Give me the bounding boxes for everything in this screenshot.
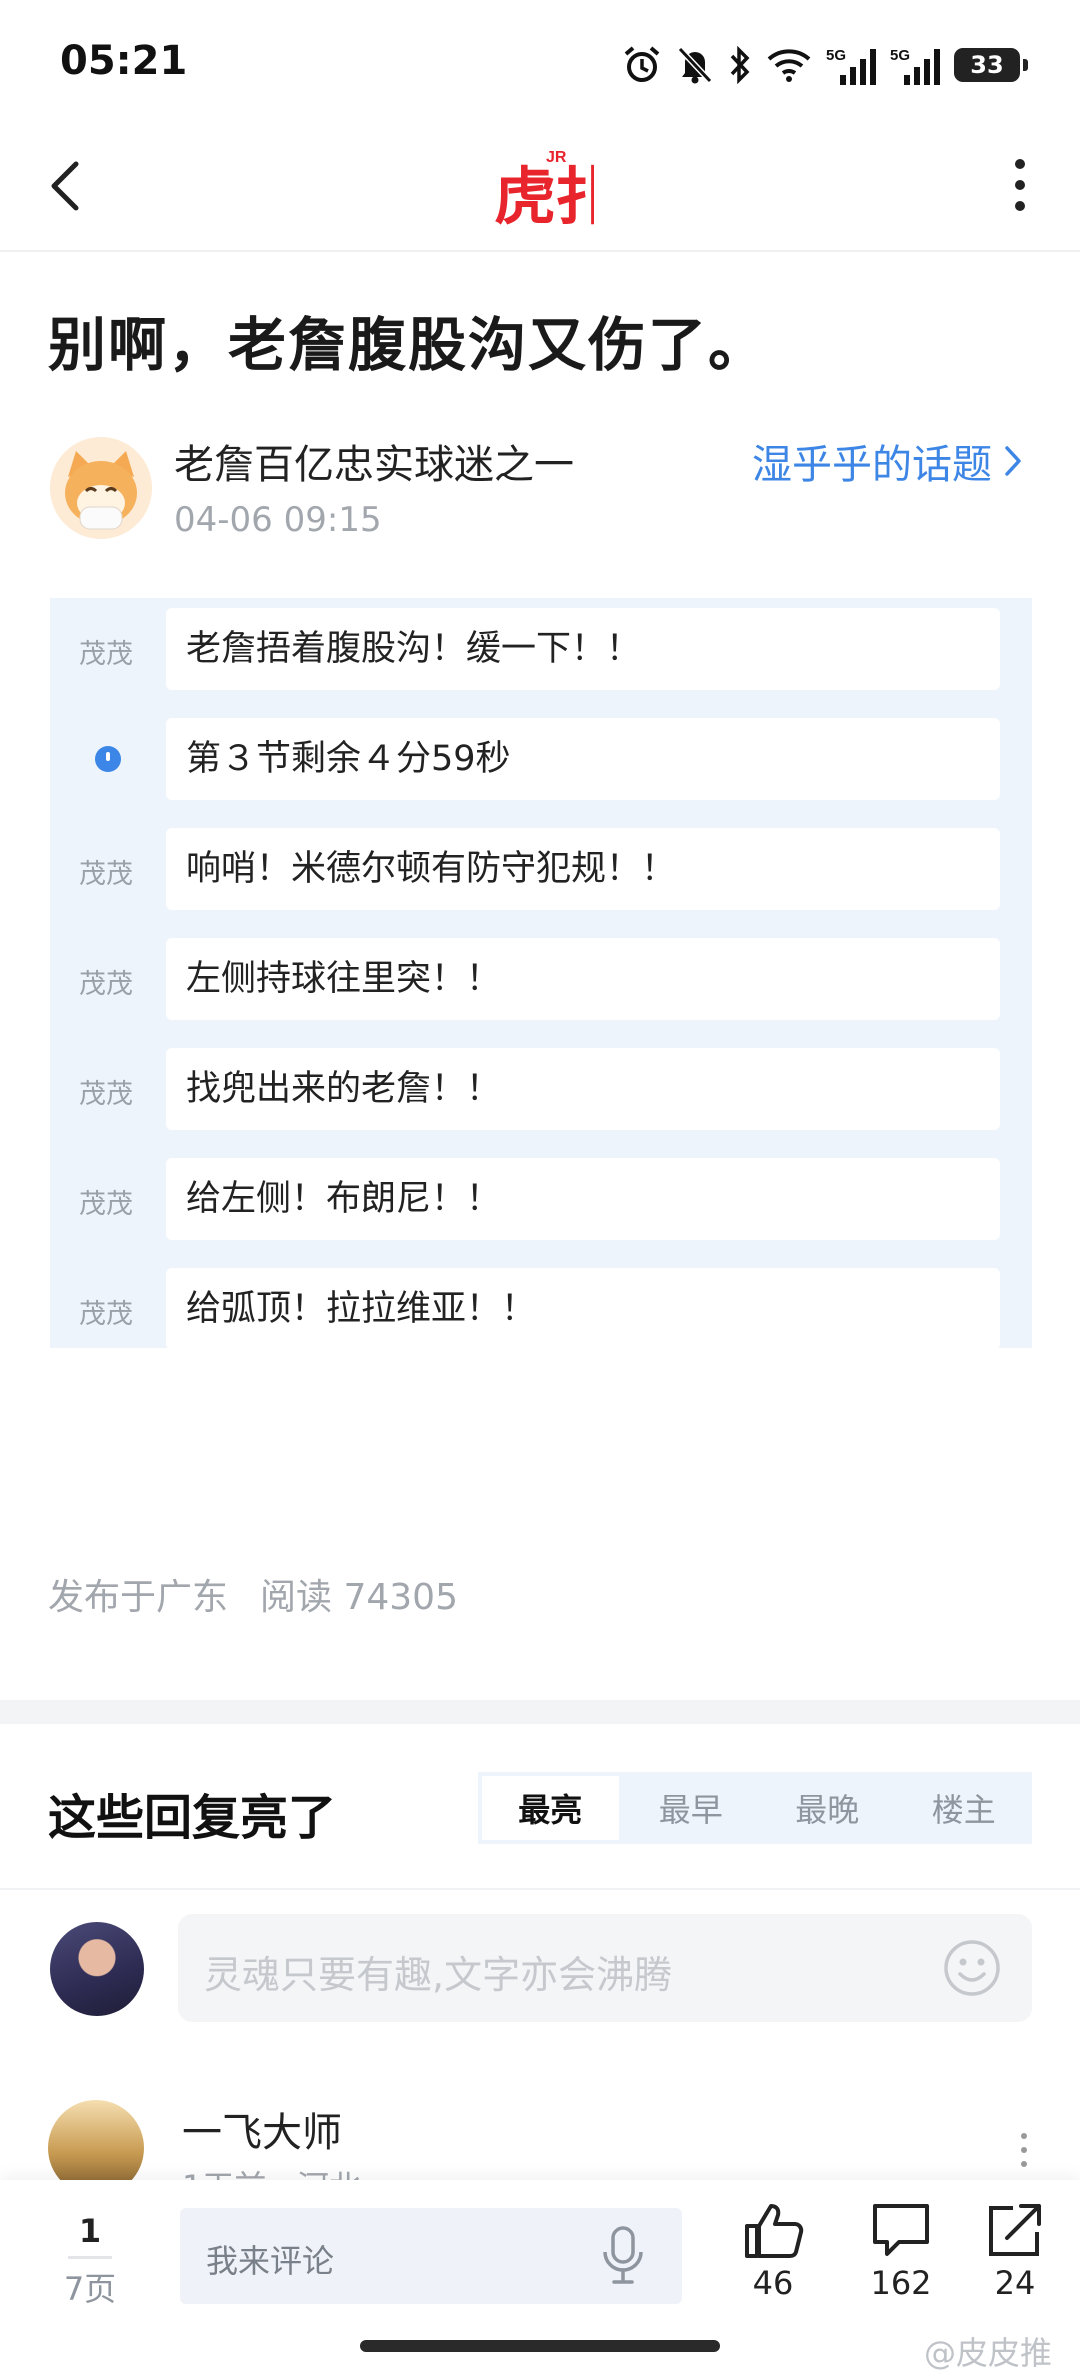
clock-icon — [95, 746, 121, 772]
current-user-avatar[interactable] — [50, 1922, 144, 2016]
feed-speaker: 茂茂 — [79, 1189, 133, 1220]
feed-message: 左侧持球往里突！！ — [166, 938, 1000, 1020]
thumbs-up-icon — [745, 2204, 804, 2258]
feed-row: 茂茂 响哨！米德尔顿有防守犯规！！ — [50, 828, 1032, 910]
feed-message: 响哨！米德尔顿有防守犯规！！ — [166, 828, 1000, 910]
like-count: 46 — [752, 2264, 794, 2302]
author-name[interactable]: 老詹百亿忠实球迷之一 — [174, 432, 574, 490]
feed-speaker: 茂茂 — [79, 969, 133, 1000]
section-divider — [0, 1700, 1080, 1724]
feed-message: 第３节剩余４分59秒 — [166, 718, 1000, 800]
emoji-icon[interactable] — [942, 1938, 1002, 1998]
author-avatar[interactable] — [50, 437, 152, 539]
battery-indicator: 33 — [954, 48, 1028, 82]
total-pages[interactable]: 7页 — [50, 2264, 130, 2310]
mute-bell-icon — [677, 46, 713, 84]
share-count: 24 — [994, 2264, 1036, 2302]
live-text-feed: 茂茂 老詹捂着腹股沟！缓一下！！ 第３节剩余４分59秒 茂茂 响哨！米德尔顿有防… — [50, 598, 1032, 1348]
feed-row: 茂茂 给左侧！布朗尼！！ — [50, 1158, 1032, 1240]
wifi-icon — [767, 49, 811, 82]
feed-message: 老詹捂着腹股沟！缓一下！！ — [166, 608, 1000, 690]
reply-more-button[interactable] — [1014, 2130, 1034, 2170]
share-icon — [989, 2204, 1041, 2256]
feed-row: 茂茂 老詹捂着腹股沟！缓一下！！ — [50, 608, 1032, 690]
svg-text:5G: 5G — [826, 47, 846, 64]
topic-link-label: 湿乎乎的话题 — [752, 442, 992, 488]
more-vertical-icon — [1021, 2133, 1027, 2167]
post-timestamp: 04-06 09:15 — [174, 500, 382, 540]
more-options-button[interactable] — [1000, 150, 1040, 220]
microphone-icon[interactable] — [598, 2224, 648, 2288]
hupu-logo: JR 虎扑 — [494, 140, 618, 233]
post-title: 别啊，老詹腹股沟又伤了。 — [48, 311, 769, 379]
back-button[interactable] — [40, 150, 90, 220]
svg-text:5G: 5G — [890, 47, 910, 64]
feed-row: 茂茂 给弧顶！拉拉维亚！！ — [50, 1268, 1032, 1348]
tab-latest[interactable]: 最晚 — [759, 1772, 896, 1844]
status-icons: 5G 5G 33 — [622, 40, 1028, 90]
more-vertical-icon — [1015, 159, 1025, 211]
reply-input-placeholder: 灵魂只要有趣,文字亦会沸腾 — [204, 1953, 673, 1997]
watermark: @皮皮推 — [923, 2334, 1052, 2372]
bottom-comment-input[interactable]: 我来评论 — [180, 2208, 682, 2304]
post-meta: 发布于广东 阅读 74305 — [48, 1568, 458, 1620]
replies-divider — [0, 1888, 1080, 1890]
reply-input[interactable]: 灵魂只要有趣,文字亦会沸腾 — [178, 1914, 1032, 2022]
feed-message: 给弧顶！拉拉维亚！！ — [166, 1268, 1000, 1348]
comment-button[interactable]: 162 — [846, 2200, 956, 2302]
feed-speaker: 茂茂 — [79, 1079, 133, 1110]
comment-count: 162 — [870, 2264, 932, 2302]
feed-row: 茂茂 左侧持球往里突！！ — [50, 938, 1032, 1020]
tab-op-only[interactable]: 楼主 — [896, 1772, 1033, 1844]
comment-bubble-icon — [873, 2204, 929, 2256]
chevron-left-icon — [51, 161, 79, 211]
topic-link[interactable]: 湿乎乎的话题 — [752, 432, 1024, 490]
post-read-count: 阅读 74305 — [260, 1577, 458, 1618]
bluetooth-icon — [730, 45, 750, 85]
tab-earliest[interactable]: 最早 — [623, 1772, 760, 1844]
reply-username[interactable]: 一飞大师 — [182, 2100, 342, 2158]
share-button[interactable]: 24 — [960, 2200, 1070, 2302]
feed-speaker: 茂茂 — [79, 859, 133, 890]
home-indicator[interactable] — [360, 2340, 720, 2352]
alarm-icon — [624, 46, 660, 82]
feed-row: 第３节剩余４分59秒 — [50, 718, 1032, 800]
status-time: 05:21 — [60, 38, 188, 84]
tab-brightest[interactable]: 最亮 — [482, 1776, 619, 1840]
replies-section-title: 这些回复亮了 — [48, 1790, 337, 1846]
chevron-right-icon — [1005, 446, 1021, 476]
signal-5g-icon: 5G — [890, 47, 940, 85]
feed-row: 茂茂 找兜出来的老詹！！ — [50, 1048, 1032, 1130]
post-location: 发布于广东 — [48, 1577, 229, 1618]
bottom-comment-placeholder: 我来评论 — [206, 2242, 335, 2280]
reply-sort-tabs: 最亮 最早 最晚 楼主 — [478, 1772, 1032, 1844]
feed-speaker: 茂茂 — [79, 639, 133, 670]
current-page[interactable]: 1 — [60, 2212, 120, 2250]
svg-text:虎扑: 虎扑 — [494, 160, 594, 230]
like-button[interactable]: 46 — [718, 2200, 828, 2302]
feed-speaker: 茂茂 — [79, 1299, 133, 1330]
feed-message: 给左侧！布朗尼！！ — [166, 1158, 1000, 1240]
feed-message: 找兜出来的老詹！！ — [166, 1048, 1000, 1130]
nav-divider — [0, 250, 1080, 252]
signal-5g-icon: 5G — [826, 47, 876, 85]
page-divider — [68, 2256, 112, 2259]
